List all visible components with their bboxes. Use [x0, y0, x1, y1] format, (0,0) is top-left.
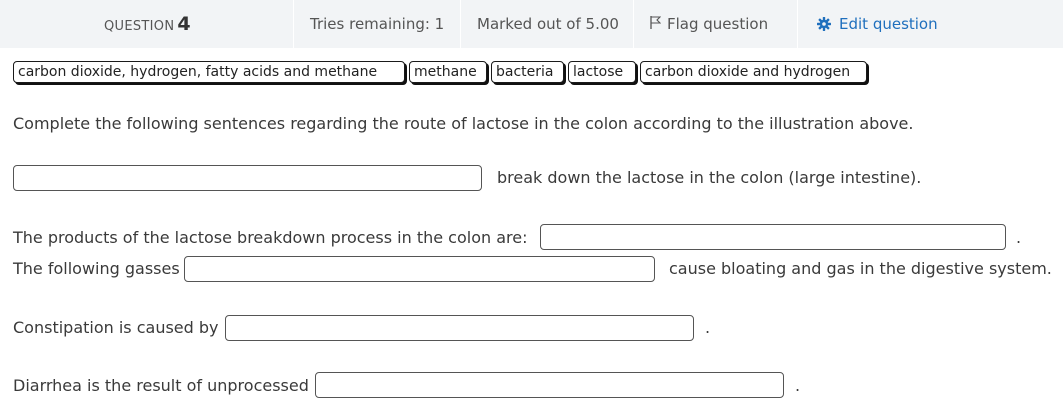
- sentence-5-text: Diarrhea is the result of unprocessed: [13, 376, 309, 395]
- drop-zone-4[interactable]: [225, 315, 694, 341]
- sentence-2-end: .: [1016, 228, 1022, 247]
- edit-question-link[interactable]: Edit question: [817, 0, 938, 48]
- question-word: QUESTION: [104, 19, 175, 34]
- drop-zone-1[interactable]: [13, 165, 482, 191]
- drag-item[interactable]: lactose: [568, 61, 636, 83]
- flag-question-button[interactable]: Flag question: [650, 0, 768, 48]
- gear-icon: [817, 2, 831, 50]
- drag-item[interactable]: carbon dioxide and hydrogen: [640, 61, 867, 83]
- question-info-bar: QUESTION 4 Tries remaining: 1 Marked out …: [0, 0, 1063, 48]
- flag-icon: [650, 1, 662, 49]
- drop-zone-2[interactable]: [540, 224, 1006, 250]
- drop-zone-3[interactable]: [184, 256, 655, 282]
- sentence-2-text: The products of the lactose breakdown pr…: [13, 228, 528, 247]
- sentence-1-text: break down the lactose in the colon (lar…: [497, 168, 922, 187]
- instruction-text: Complete the following sentences regardi…: [13, 114, 914, 133]
- sentence-5-end: .: [795, 376, 801, 395]
- sentence-3-end: cause bloating and gas in the digestive …: [669, 259, 1052, 278]
- header-divider: [633, 0, 634, 48]
- drag-item[interactable]: carbon dioxide, hydrogen, fatty acids an…: [13, 61, 405, 83]
- drop-zone-5[interactable]: [315, 372, 784, 398]
- sentence-4-end: .: [705, 318, 711, 337]
- header-divider: [460, 0, 461, 48]
- question-number-label: QUESTION 4: [104, 0, 191, 48]
- drag-item[interactable]: bacteria: [491, 61, 564, 83]
- header-divider: [293, 0, 294, 48]
- question-number: 4: [177, 13, 191, 35]
- sentence-4-text: Constipation is caused by: [13, 318, 219, 337]
- header-divider: [797, 0, 798, 48]
- flag-question-label: Flag question: [667, 15, 769, 33]
- tries-remaining: Tries remaining: 1: [310, 15, 445, 33]
- sentence-3-text: The following gasses: [13, 259, 180, 278]
- drag-item[interactable]: methane: [409, 61, 487, 83]
- edit-question-label: Edit question: [839, 15, 938, 33]
- marked-out-of: Marked out of 5.00: [477, 15, 619, 33]
